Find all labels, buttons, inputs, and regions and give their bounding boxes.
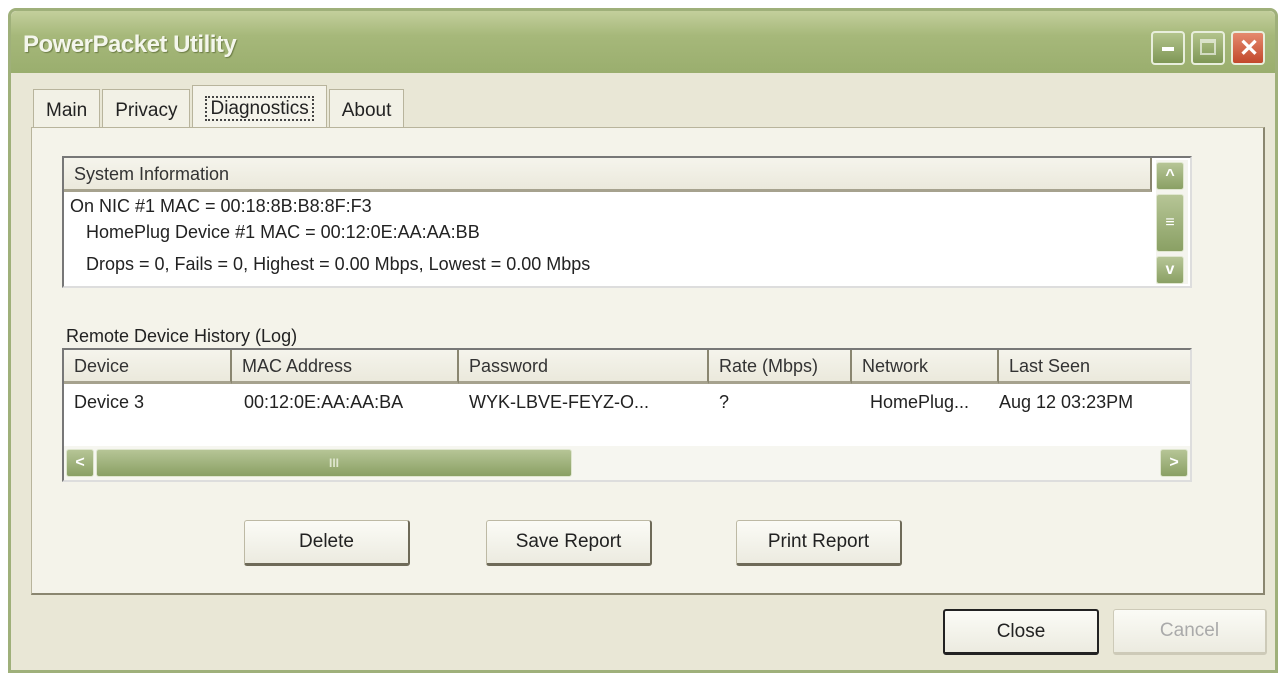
scroll-thumb-horizontal[interactable]: III — [96, 449, 572, 477]
app-window: PowerPacket Utility ✕ Main Privacy Diagn… — [8, 8, 1278, 673]
title-bar: PowerPacket Utility ✕ — [11, 11, 1275, 73]
col-network[interactable]: Network — [852, 350, 999, 384]
scroll-left-icon[interactable]: < — [66, 449, 94, 477]
cancel-button[interactable]: Cancel — [1113, 609, 1267, 655]
system-info-list[interactable]: System Information On NIC #1 MAC = 00:18… — [62, 156, 1192, 288]
cell-last-seen: Aug 12 03:23PM — [999, 392, 1133, 413]
scroll-right-icon[interactable]: > — [1160, 449, 1188, 477]
close-button[interactable]: Close — [943, 609, 1099, 655]
horizontal-scrollbar[interactable]: < III > — [64, 446, 1190, 480]
close-window-button[interactable]: ✕ — [1231, 31, 1265, 65]
cell-network: HomePlug... — [870, 392, 969, 413]
delete-button[interactable]: Delete — [244, 520, 410, 566]
maximize-icon — [1200, 39, 1216, 55]
history-table[interactable]: Device MAC Address Password Rate (Mbps) … — [62, 348, 1192, 482]
tab-bar: Main Privacy Diagnostics About — [33, 89, 406, 129]
col-rate[interactable]: Rate (Mbps) — [709, 350, 852, 384]
col-password[interactable]: Password — [459, 350, 709, 384]
cell-password: WYK-LBVE-FEYZ-O... — [469, 392, 649, 413]
cell-device: Device 3 — [74, 392, 144, 413]
print-report-button[interactable]: Print Report — [736, 520, 902, 566]
tab-privacy[interactable]: Privacy — [102, 89, 190, 129]
history-label: Remote Device History (Log) — [66, 326, 297, 347]
window-title: PowerPacket Utility — [23, 31, 236, 59]
scroll-thumb[interactable]: ≡ — [1156, 194, 1184, 252]
cell-rate: ? — [719, 392, 729, 413]
scroll-up-icon[interactable]: ^ — [1156, 162, 1184, 190]
homeplug-mac-line: HomePlug Device #1 MAC = 00:12:0E:AA:AA:… — [86, 222, 480, 243]
close-icon: ✕ — [1239, 34, 1259, 63]
col-device[interactable]: Device — [64, 350, 232, 384]
tab-main[interactable]: Main — [33, 89, 100, 129]
col-mac-address[interactable]: MAC Address — [232, 350, 459, 384]
cell-mac: 00:12:0E:AA:AA:BA — [244, 392, 403, 413]
scroll-down-icon[interactable]: v — [1156, 256, 1184, 284]
maximize-button[interactable] — [1191, 31, 1225, 65]
diagnostics-panel: System Information On NIC #1 MAC = 00:18… — [31, 127, 1265, 595]
nic-mac-line: On NIC #1 MAC = 00:18:8B:B8:8F:F3 — [70, 196, 372, 217]
minimize-icon — [1162, 47, 1174, 51]
save-report-button[interactable]: Save Report — [486, 520, 652, 566]
stats-line: Drops = 0, Fails = 0, Highest = 0.00 Mbp… — [86, 254, 590, 275]
tab-diagnostics[interactable]: Diagnostics — [192, 85, 326, 129]
col-last-seen[interactable]: Last Seen — [999, 350, 1190, 384]
tab-about[interactable]: About — [329, 89, 405, 129]
system-info-header: System Information — [64, 158, 1152, 192]
minimize-button[interactable] — [1151, 31, 1185, 65]
vertical-scrollbar[interactable]: ^ ≡ v — [1156, 160, 1188, 284]
